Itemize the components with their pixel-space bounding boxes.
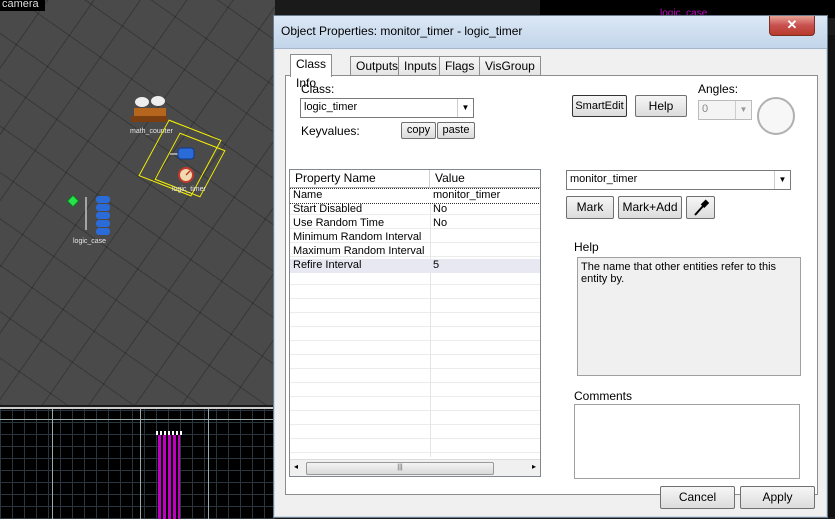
class-combo-value: logic_timer	[304, 101, 358, 113]
apply-button[interactable]: Apply	[740, 486, 815, 509]
help-label: Help	[574, 240, 599, 254]
grid-row[interactable]: Refire Interval 5	[290, 259, 540, 273]
grid-row[interactable]: Start Disabled No	[290, 203, 540, 217]
row-key: Maximum Random Interval	[293, 245, 425, 257]
class-info-panel: Class: logic_timer ▼ Keyvalues: copy pas…	[285, 75, 818, 495]
object-properties-dialog: Object Properties: monitor_timer - logic…	[273, 15, 828, 518]
grid-row[interactable]: Minimum Random Interval	[290, 231, 540, 245]
row-value: monitor_timer	[433, 189, 501, 201]
class-combo[interactable]: logic_timer ▼	[300, 98, 474, 118]
2d-viewport[interactable]	[0, 407, 275, 519]
dialog-titlebar[interactable]: Object Properties: monitor_timer - logic…	[274, 16, 827, 49]
row-key: Use Random Time	[293, 217, 385, 229]
tab-outputs[interactable]: Outputs	[350, 56, 405, 76]
angles-label: Angles:	[698, 82, 739, 96]
tab-class-info[interactable]: Class Info	[290, 54, 333, 90]
value-combo-text: monitor_timer	[570, 173, 638, 185]
property-grid: Property Name Value Name monitor_timer S…	[289, 169, 541, 477]
logic-timer-entity-icon[interactable]	[168, 145, 208, 185]
value-combo[interactable]: monitor_timer ▼	[566, 170, 791, 190]
grid-row[interactable]: Maximum Random Interval	[290, 245, 540, 259]
row-key: Refire Interval	[293, 259, 362, 271]
close-button[interactable]: ✕	[769, 16, 815, 36]
grid-row[interactable]: Name monitor_timer	[290, 188, 540, 204]
smartedit-button[interactable]: SmartEdit	[572, 95, 627, 117]
angles-dial[interactable]	[757, 97, 795, 135]
copy-button[interactable]: copy	[401, 122, 436, 139]
row-value: No	[433, 203, 448, 215]
chevron-down-icon: ▼	[457, 99, 473, 117]
angles-combo[interactable]: 0 ▼	[698, 100, 752, 120]
row-value: No	[433, 217, 448, 229]
chevron-down-icon: ▼	[774, 171, 790, 189]
chevron-down-icon: ▼	[735, 101, 751, 119]
3d-viewport[interactable]: camera math_counter logic_timer logic_ca…	[0, 0, 275, 405]
row-key: Name	[293, 189, 323, 201]
comments-label: Comments	[574, 389, 633, 403]
tab-inputs[interactable]: Inputs	[398, 56, 443, 76]
row-key: Minimum Random Interval	[293, 231, 422, 243]
scroll-thumb[interactable]: |||	[306, 462, 494, 475]
scroll-right-icon[interactable]: ▸	[532, 462, 536, 471]
angles-value: 0	[702, 103, 709, 115]
mark-add-button[interactable]: Mark+Add	[618, 196, 682, 219]
dialog-body: Class Info Outputs Inputs Flags VisGroup…	[285, 53, 818, 495]
help-button[interactable]: Help	[635, 95, 687, 117]
grid-horizontal-scrollbar[interactable]: ◂ ||| ▸	[290, 459, 540, 476]
help-text: The name that other entities refer to th…	[581, 261, 777, 285]
logic-case-entity-icon[interactable]	[66, 192, 116, 236]
paste-button[interactable]: paste	[437, 122, 475, 139]
header-value[interactable]: Value	[430, 170, 539, 187]
eyedropper-icon	[693, 199, 709, 216]
dialog-title: Object Properties: monitor_timer - logic…	[281, 24, 523, 38]
mark-button[interactable]: Mark	[566, 196, 614, 219]
help-text-box: The name that other entities refer to th…	[577, 257, 801, 376]
header-property-name[interactable]: Property Name	[290, 170, 430, 187]
logic-case-label: logic_case	[73, 238, 107, 245]
selection-handles	[156, 431, 182, 435]
row-value: 5	[433, 259, 440, 271]
brush-outline	[158, 431, 180, 519]
close-icon: ✕	[786, 17, 798, 32]
logic-timer-label: logic_timer	[172, 186, 206, 193]
row-key: Start Disabled	[293, 203, 363, 215]
tab-flags[interactable]: Flags	[439, 56, 481, 76]
eyedropper-button[interactable]	[686, 196, 715, 219]
tab-visgroup[interactable]: VisGroup	[479, 56, 541, 76]
comments-field[interactable]	[574, 404, 800, 479]
grid-header: Property Name Value	[290, 170, 540, 188]
cancel-button[interactable]: Cancel	[660, 486, 735, 509]
keyvalues-label: Keyvalues:	[301, 124, 360, 138]
grid-row[interactable]: Use Random Time No	[290, 217, 540, 231]
camera-label: camera	[0, 0, 45, 11]
scroll-left-icon[interactable]: ◂	[294, 462, 298, 471]
